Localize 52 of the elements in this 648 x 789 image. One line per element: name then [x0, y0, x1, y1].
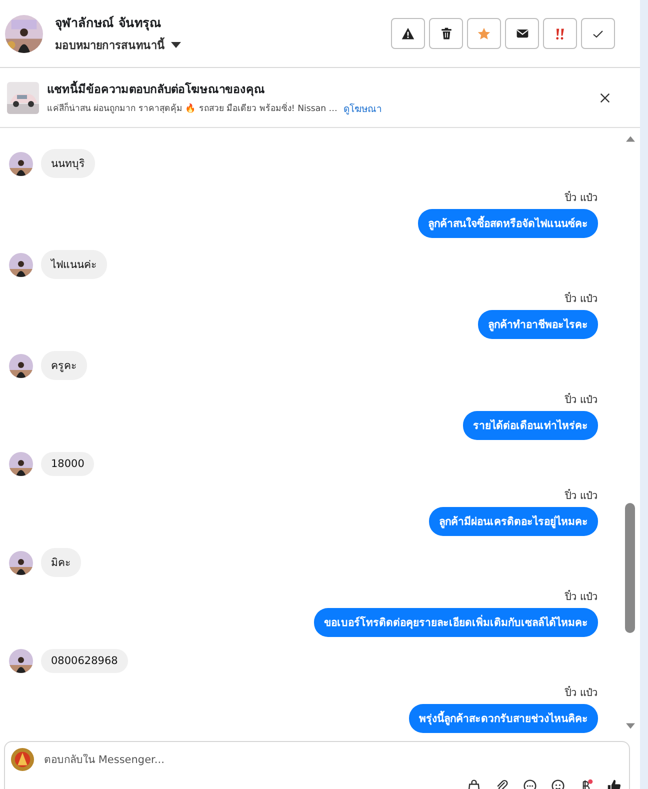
bag-icon[interactable] — [467, 779, 481, 789]
check-icon — [592, 28, 604, 40]
avatar — [9, 649, 33, 673]
exclamation-icon — [553, 26, 567, 40]
sender-name: ปิ๋ว แป๋ว — [564, 291, 598, 306]
star-icon — [477, 26, 491, 40]
attach-icon[interactable] — [495, 779, 509, 789]
sender-name: ปิ๋ว แป๋ว — [564, 392, 598, 407]
caret-icon — [171, 42, 181, 48]
outgoing-message: ลูกค้าทำอาชีพอะไรคะ — [478, 310, 598, 339]
incoming-message: มิคะ — [41, 548, 81, 577]
outgoing-message: พรุ่งนี้ลูกค้าสะดวกรับสายช่วงไหนคิคะ — [409, 704, 598, 733]
assign-dropdown[interactable]: มอบหมายการสนทนานี้ — [55, 36, 181, 54]
avatar — [9, 252, 33, 276]
sender-name: ปิ๋ว แป๋ว — [564, 589, 598, 604]
scrollbar-thumb[interactable] — [625, 503, 635, 633]
envelope-icon — [516, 27, 528, 40]
incoming-message: 18000 — [41, 452, 94, 476]
spam-button[interactable] — [391, 18, 425, 49]
thumbs-up-icon[interactable] — [607, 779, 621, 789]
avatar — [9, 550, 33, 574]
incoming-message: ครูคะ — [41, 351, 87, 380]
sender-name: ปิ๋ว แป๋ว — [564, 685, 598, 700]
outgoing-message: ลูกค้าสนใจซื้อสดหรือจัดไฟแนนซ์คะ — [418, 209, 598, 238]
sender-name: ปิ๋ว แป๋ว — [564, 488, 598, 503]
delete-button[interactable] — [429, 18, 463, 49]
priority-button[interactable] — [543, 18, 577, 49]
trash-icon — [440, 27, 452, 40]
avatar — [9, 354, 33, 378]
ad-description: แค่สีก็น่าสน ผ่อนถูกมาก ราคาสุดคุ้ม 🔥 รถสวย มือเดียว พร้อมซิ่ง! Nissan … — [47, 101, 338, 116]
incoming-message: ไฟแนนค่ะ — [41, 250, 107, 279]
emoji-icon[interactable] — [551, 779, 565, 789]
outgoing-message: ขอเบอร์โทรติดต่อคุยรายละเอียดเพิ่มเติมกับเซลล์ได้ไหมคะ — [314, 608, 598, 637]
avatar — [9, 452, 33, 476]
scroll-down-arrow-icon[interactable] — [626, 723, 634, 729]
outgoing-message: ลูกค้ามีผ่อนเครดิตอะไรอยู่ไหมคะ — [429, 507, 598, 536]
page-logo-icon — [11, 748, 34, 771]
close-icon[interactable] — [600, 92, 610, 102]
view-ad-link[interactable]: ดูโฆษณา — [343, 100, 382, 116]
chat-icon[interactable] — [523, 779, 537, 789]
mail-button[interactable] — [505, 18, 539, 49]
incoming-message: นนทบุริ — [41, 149, 95, 178]
scroll-up-arrow-icon[interactable] — [626, 136, 634, 142]
avatar — [5, 14, 43, 52]
contact-name: จุฬาลักษณ์ จันทรุณ — [55, 14, 162, 33]
sender-name: ปิ๋ว แป๋ว — [564, 190, 598, 205]
outgoing-message: รายได้ต่อเดือนเท่าไหร่คะ — [463, 411, 598, 440]
avatar — [9, 152, 33, 176]
ad-notice-title: แชทนี้มีข้อความตอบกลับต่อโฆษณาของคุณ — [47, 80, 266, 98]
warning-icon — [401, 26, 415, 40]
star-button[interactable] — [467, 18, 501, 49]
incoming-message: 0800628968 — [41, 649, 128, 673]
